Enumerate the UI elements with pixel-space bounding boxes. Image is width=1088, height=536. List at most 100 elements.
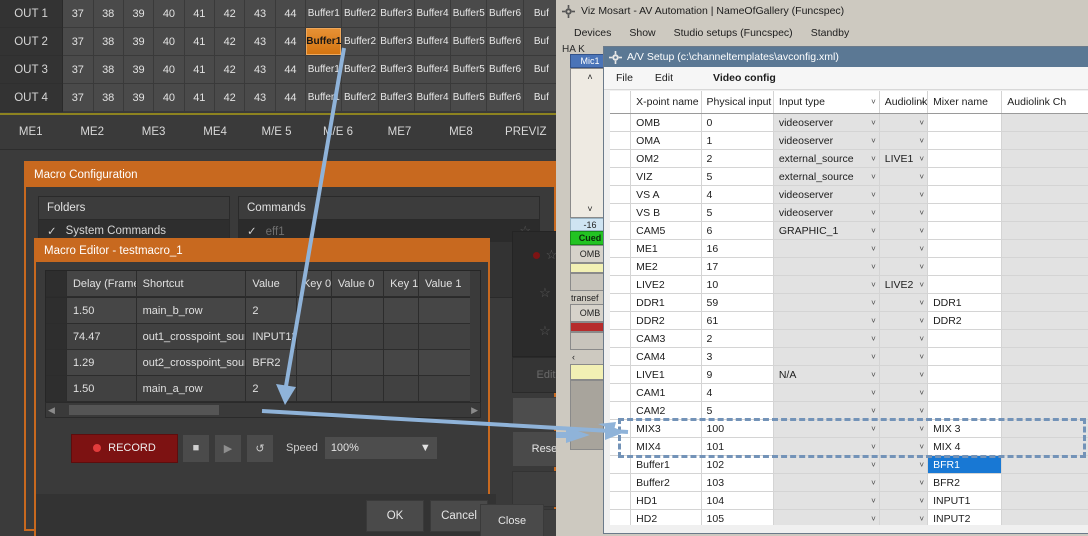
cell-delay[interactable]: 74.47 xyxy=(67,324,137,350)
av-cell-xpoint[interactable]: CAM3 xyxy=(631,330,701,347)
star-icon[interactable]: ☆ xyxy=(539,285,551,301)
av-table-row[interactable]: DDR261˅˅DDR2 xyxy=(610,312,1088,330)
chevron-down-icon[interactable]: ˅ xyxy=(871,388,876,397)
av-cell-xpoint[interactable]: LIVE2 xyxy=(631,276,701,293)
av-cell-physical[interactable]: 101 xyxy=(702,438,774,455)
av-column-header[interactable]: Audiolink Ch xyxy=(1002,91,1088,113)
crosspoint-buffer-button[interactable]: Buffer2 xyxy=(342,0,378,28)
cell-key1[interactable] xyxy=(384,324,419,350)
crosspoint-source-button[interactable]: 37 xyxy=(63,84,93,112)
row-selector[interactable] xyxy=(610,312,631,329)
chevron-down-icon[interactable]: ˅ xyxy=(871,514,876,523)
av-table-row[interactable]: VS B5videoserver˅˅ xyxy=(610,204,1088,222)
av-cell-physical[interactable]: 61 xyxy=(702,312,774,329)
column-header[interactable]: Value xyxy=(246,271,297,297)
cell-value[interactable]: 2 xyxy=(246,376,297,402)
chevron-down-icon[interactable]: ˅ xyxy=(871,406,876,415)
crosspoint-buffer-button[interactable]: Buffer4 xyxy=(415,56,451,84)
row-selector[interactable] xyxy=(610,258,631,275)
chevron-down-icon[interactable]: ˅ xyxy=(871,280,876,289)
crosspoint-buffer-button[interactable]: Buffer2 xyxy=(342,84,378,112)
crosspoint-source-button[interactable]: 38 xyxy=(94,0,124,28)
macro-command-row[interactable]: 74.47out1_crosspoint_sourceINPUT13 xyxy=(46,324,480,350)
av-column-header[interactable]: Input type˅ xyxy=(774,91,880,113)
crosspoint-source-button[interactable]: 43 xyxy=(245,0,275,28)
av-cell-physical[interactable]: 59 xyxy=(702,294,774,311)
av-table-row[interactable]: DDR159˅˅DDR1 xyxy=(610,294,1088,312)
av-table-row[interactable]: Buffer1102˅˅BFR1 xyxy=(610,456,1088,474)
av-cell-audiolink_ch[interactable] xyxy=(1002,384,1088,401)
av-cell-audiolink[interactable]: ˅ xyxy=(880,510,928,525)
av-cell-audiolink_ch[interactable] xyxy=(1002,204,1088,221)
av-table-row[interactable]: LIVE19N/A˅˅ xyxy=(610,366,1088,384)
crosspoint-source-button[interactable]: 42 xyxy=(215,0,245,28)
av-cell-xpoint[interactable]: MIX4 xyxy=(631,438,701,455)
me-tab-previz[interactable]: PREVIZ xyxy=(492,126,560,138)
av-cell-mixer[interactable]: MIX 4 xyxy=(928,438,1002,455)
crosspoint-buffer-button[interactable]: Buffer5 xyxy=(451,28,487,56)
crosspoint-source-button[interactable]: 41 xyxy=(185,84,215,112)
crosspoint-buffer-button[interactable]: Buffer1 xyxy=(306,0,342,28)
av-cell-physical[interactable]: 5 xyxy=(702,168,774,185)
row-selector[interactable] xyxy=(610,402,631,419)
chevron-down-icon[interactable]: ˅ xyxy=(871,118,876,127)
av-cell-mixer[interactable] xyxy=(928,186,1002,203)
chevron-down-icon[interactable]: ˅ xyxy=(919,316,924,325)
av-cell-audiolink_ch[interactable] xyxy=(1002,294,1088,311)
av-cell-input_type[interactable]: N/A˅ xyxy=(774,366,880,383)
crosspoint-source-button[interactable]: 40 xyxy=(154,0,184,28)
av-cell-input_type[interactable]: ˅ xyxy=(774,492,880,509)
av-cell-xpoint[interactable]: VIZ xyxy=(631,168,701,185)
menu-item-file[interactable]: File xyxy=(616,72,633,84)
chevron-down-icon[interactable]: ˅ xyxy=(871,136,876,145)
chevron-down-icon[interactable]: ˅ xyxy=(871,460,876,469)
close-button[interactable]: Close xyxy=(480,504,544,536)
av-column-header[interactable]: X-point name xyxy=(631,91,701,113)
row-selector[interactable] xyxy=(610,474,631,491)
scroll-left-icon[interactable]: ◀ xyxy=(46,405,57,416)
crosspoint-source-button[interactable]: 44 xyxy=(276,84,306,112)
cell-key0[interactable] xyxy=(297,298,332,324)
av-cell-audiolink_ch[interactable] xyxy=(1002,438,1088,455)
mosart-menu-item-devices[interactable]: Devices xyxy=(574,27,611,39)
chevron-down-icon[interactable]: ˅ xyxy=(871,316,876,325)
crosspoint-buffer-button[interactable]: Buffer6 xyxy=(487,0,523,28)
av-column-header[interactable]: Mixer name xyxy=(928,91,1002,113)
crosspoint-buffer-button[interactable]: Buf xyxy=(524,28,560,56)
cell-value[interactable]: INPUT13 xyxy=(246,324,297,350)
row-grip[interactable] xyxy=(46,324,67,350)
av-cell-audiolink[interactable]: ˅ xyxy=(880,114,928,131)
crosspoint-source-button[interactable]: 42 xyxy=(215,56,245,84)
chevron-down-icon[interactable]: ˅ xyxy=(871,98,876,107)
av-cell-mixer[interactable] xyxy=(928,222,1002,239)
av-cell-audiolink_ch[interactable] xyxy=(1002,168,1088,185)
av-table-row[interactable]: CAM32˅˅ xyxy=(610,330,1088,348)
av-cell-physical[interactable]: 3 xyxy=(702,348,774,365)
av-table-row[interactable]: OMA1videoserver˅˅ xyxy=(610,132,1088,150)
av-table-row[interactable]: Buffer2103˅˅BFR2 xyxy=(610,474,1088,492)
chevron-down-icon[interactable]: ˅ xyxy=(919,262,924,271)
edit-button[interactable]: Edit xyxy=(512,357,560,393)
row-selector[interactable] xyxy=(610,204,631,221)
av-cell-mixer[interactable]: BFR2 xyxy=(928,474,1002,491)
av-column-header[interactable]: Audiolink˅ xyxy=(880,91,928,113)
av-cell-physical[interactable]: 5 xyxy=(702,204,774,221)
favorite-row-1[interactable]: ☆ xyxy=(513,236,560,274)
cell-shortcut[interactable]: out1_crosspoint_source xyxy=(137,324,247,350)
cell-shortcut[interactable]: main_b_row xyxy=(137,298,247,324)
chevron-down-icon[interactable]: ˅ xyxy=(871,370,876,379)
row-grip[interactable] xyxy=(46,298,67,324)
av-cell-xpoint[interactable]: Buffer1 xyxy=(631,456,701,473)
av-cell-audiolink[interactable]: ˅ xyxy=(880,258,928,275)
chevron-down-icon[interactable]: ˅ xyxy=(871,262,876,271)
av-cell-audiolink_ch[interactable] xyxy=(1002,312,1088,329)
av-cell-audiolink[interactable]: ˅ xyxy=(880,402,928,419)
cell-value0[interactable] xyxy=(332,350,384,376)
crosspoint-buffer-button[interactable]: Buffer5 xyxy=(451,0,487,28)
av-cell-mixer[interactable]: INPUT1 xyxy=(928,492,1002,509)
av-cell-physical[interactable]: 1 xyxy=(702,132,774,149)
chevron-down-icon[interactable]: ˅ xyxy=(871,244,876,253)
av-cell-input_type[interactable]: GRAPHIC_1˅ xyxy=(774,222,880,239)
cell-key1[interactable] xyxy=(384,350,419,376)
av-cell-audiolink_ch[interactable] xyxy=(1002,150,1088,167)
